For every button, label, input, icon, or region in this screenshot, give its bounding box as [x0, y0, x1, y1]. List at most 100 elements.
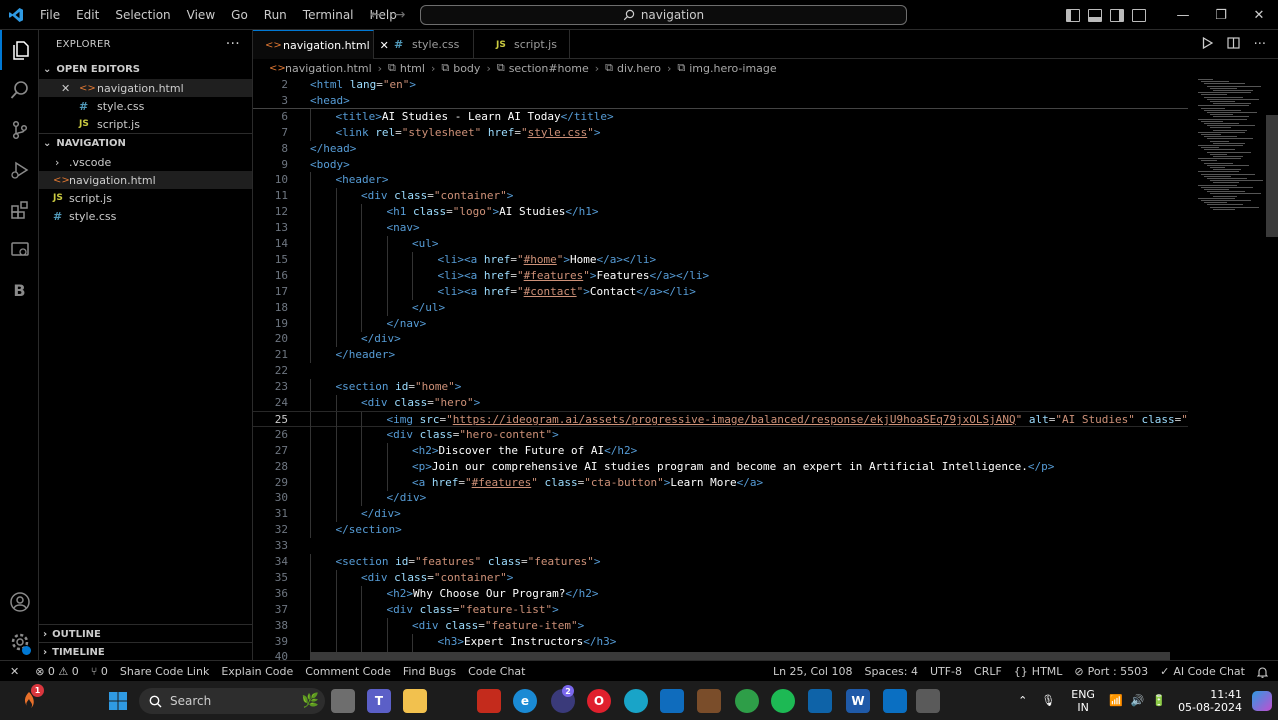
code-line[interactable]: 26 <div class="hero-content"> — [253, 426, 1265, 443]
code-line[interactable]: 18 </ul> — [253, 299, 1265, 316]
code-line[interactable]: 39 <h3>Expert Instructors</h3> — [253, 633, 1265, 650]
code-line[interactable]: 31 </div> — [253, 506, 1265, 523]
code-line[interactable]: 6 <title>AI Studies - Learn AI Today</tit… — [253, 108, 1265, 125]
file-item[interactable]: JS script.js — [39, 189, 252, 207]
code-line[interactable]: 10 <header> — [253, 172, 1265, 189]
breadcrumb-item[interactable]: div.hero — [617, 62, 661, 75]
file-item[interactable]: # style.css — [39, 207, 252, 225]
code-chat-button[interactable]: Code Chat — [462, 661, 531, 682]
more-actions-icon[interactable]: ··· — [226, 36, 240, 52]
manage-gear-icon[interactable] — [0, 622, 39, 662]
code-line[interactable]: 32 </section> — [253, 522, 1265, 539]
vscode-taskbar-icon[interactable] — [883, 689, 907, 713]
code-line[interactable]: 15 <li><a href="#home">Home</a></li> — [253, 251, 1265, 268]
split-editor-icon[interactable] — [1226, 36, 1240, 53]
command-center-search[interactable]: navigation — [420, 5, 907, 25]
opera-browser-icon[interactable]: O — [587, 689, 611, 713]
code-line[interactable]: 20 </div> — [253, 331, 1265, 348]
clock[interactable]: 11:41 05-08-2024 — [1178, 688, 1242, 714]
code-line[interactable]: 8 </head> — [253, 141, 1265, 157]
menu-view[interactable]: View — [179, 0, 223, 30]
breadcrumb-item[interactable]: html — [400, 62, 425, 75]
microphone-icon[interactable]: 🎙 — [1041, 694, 1055, 707]
code-line[interactable]: 28 <p>Join our comprehensive AI studies p… — [253, 458, 1265, 475]
code-line[interactable]: 9 <body> — [253, 157, 1265, 173]
folder-section[interactable]: ⌄ NAVIGATION — [39, 133, 252, 153]
code-line[interactable]: 16 <li><a href="#features">Features</a></… — [253, 267, 1265, 284]
tab-script-js[interactable]: JS script.js — [474, 30, 570, 59]
word-icon[interactable]: W — [846, 689, 870, 713]
code-line[interactable]: 27 <h2>Discover the Future of AI</h2> — [253, 442, 1265, 459]
close-window-button[interactable]: ✕ — [1240, 0, 1278, 30]
code-line[interactable]: 19 </nav> — [253, 315, 1265, 332]
notifications-bell-icon[interactable] — [1251, 661, 1278, 682]
breadcrumb-item[interactable]: img.hero-image — [689, 62, 776, 75]
extensions-icon[interactable] — [0, 190, 39, 230]
tray-overflow-icon[interactable]: ⌃ — [1018, 694, 1027, 707]
code-line[interactable]: 29 <a href="#features" class="cta-button"… — [253, 474, 1265, 491]
security-app-icon[interactable] — [477, 689, 501, 713]
indentation[interactable]: Spaces: 4 — [858, 661, 923, 682]
chrome-browser-icon[interactable] — [735, 689, 759, 713]
code-line[interactable]: 34 <section id="features" class="features… — [253, 554, 1265, 570]
remote-explorer-icon[interactable] — [0, 230, 39, 270]
minimize-button[interactable]: — — [1164, 0, 1202, 30]
encoding[interactable]: UTF-8 — [924, 661, 968, 682]
find-bugs-button[interactable]: Find Bugs — [397, 661, 462, 682]
code-line[interactable]: 3 <head> — [253, 93, 1265, 109]
close-icon[interactable]: ✕ — [61, 82, 73, 95]
menu-run[interactable]: Run — [256, 0, 295, 30]
store-icon[interactable] — [660, 689, 684, 713]
windows-start-icon[interactable] — [106, 689, 130, 713]
code-line[interactable]: 7 <link rel="stylesheet" href="style.css"… — [253, 124, 1265, 141]
menu-file[interactable]: File — [32, 0, 68, 30]
end-of-line[interactable]: CRLF — [968, 661, 1008, 682]
remote-indicator[interactable]: ✕ — [0, 661, 29, 682]
breadcrumb-item[interactable]: section#home — [509, 62, 589, 75]
run-debug-icon[interactable] — [0, 150, 39, 190]
tab-style-css[interactable]: # style.css — [374, 30, 474, 59]
open-editor-item[interactable]: ✕ <> navigation.html — [39, 79, 252, 97]
notification-widget-icon[interactable]: 1 — [17, 684, 44, 713]
more-actions-icon[interactable]: ··· — [1254, 37, 1266, 52]
file-item[interactable]: <> navigation.html — [39, 171, 252, 189]
menu-go[interactable]: Go — [223, 0, 256, 30]
explain-code-button[interactable]: Explain Code — [215, 661, 299, 682]
code-line[interactable]: 2 <html lang="en"> — [253, 77, 1265, 93]
edge-browser-icon[interactable]: e — [513, 689, 537, 713]
code-line[interactable]: 21 </header> — [253, 347, 1265, 364]
search-icon[interactable] — [0, 70, 39, 110]
language-mode[interactable]: {} HTML — [1008, 661, 1069, 682]
comment-code-button[interactable]: Comment Code — [299, 661, 397, 682]
minimap[interactable] — [1188, 77, 1278, 660]
vertical-scrollbar[interactable] — [1266, 115, 1278, 237]
file-explorer-icon[interactable] — [403, 689, 427, 713]
ai-code-chat-button[interactable]: ✓ AI Code Chat — [1154, 661, 1251, 682]
account-icon[interactable] — [0, 582, 39, 622]
spotify-icon[interactable] — [771, 689, 795, 713]
toggle-panel-icon[interactable] — [1088, 8, 1102, 22]
timeline-section[interactable]: › TIMELINE — [39, 642, 253, 662]
forward-arrow-icon[interactable]: → — [394, 7, 406, 23]
tab-navigation-html[interactable]: <> navigation.html ✕ — [253, 30, 389, 59]
code-line[interactable]: 35 <div class="container"> — [253, 569, 1265, 586]
code-line[interactable]: 11 <div class="container"> — [253, 188, 1265, 205]
customize-layout-icon[interactable] — [1132, 8, 1146, 22]
code-editor[interactable]: 2 <html lang="en"> 3 <head> 6 <title>AI Studi… — [253, 77, 1265, 660]
code-line[interactable]: 22 — [253, 363, 1265, 379]
copilot-icon[interactable] — [1252, 690, 1272, 711]
menu-selection[interactable]: Selection — [107, 0, 178, 30]
volume-icon[interactable]: 🔊 — [1131, 694, 1145, 707]
back-arrow-icon[interactable]: ← — [370, 7, 382, 23]
toggle-secondary-sidebar-icon[interactable] — [1110, 8, 1124, 22]
task-view-icon[interactable] — [331, 689, 355, 713]
horizontal-scrollbar[interactable] — [310, 652, 1170, 660]
blackbox-icon[interactable]: B — [0, 270, 39, 310]
language-indicator[interactable]: ENG IN — [1071, 688, 1095, 714]
breadcrumb-item[interactable]: navigation.html — [285, 62, 372, 75]
chatgpt-icon[interactable] — [624, 689, 648, 713]
cursor-position[interactable]: Ln 25, Col 108 — [767, 661, 859, 682]
menu-edit[interactable]: Edit — [68, 0, 107, 30]
chat-app-icon[interactable]: 2 — [551, 685, 575, 713]
code-line[interactable]: 24 <div class="hero"> — [253, 395, 1265, 411]
